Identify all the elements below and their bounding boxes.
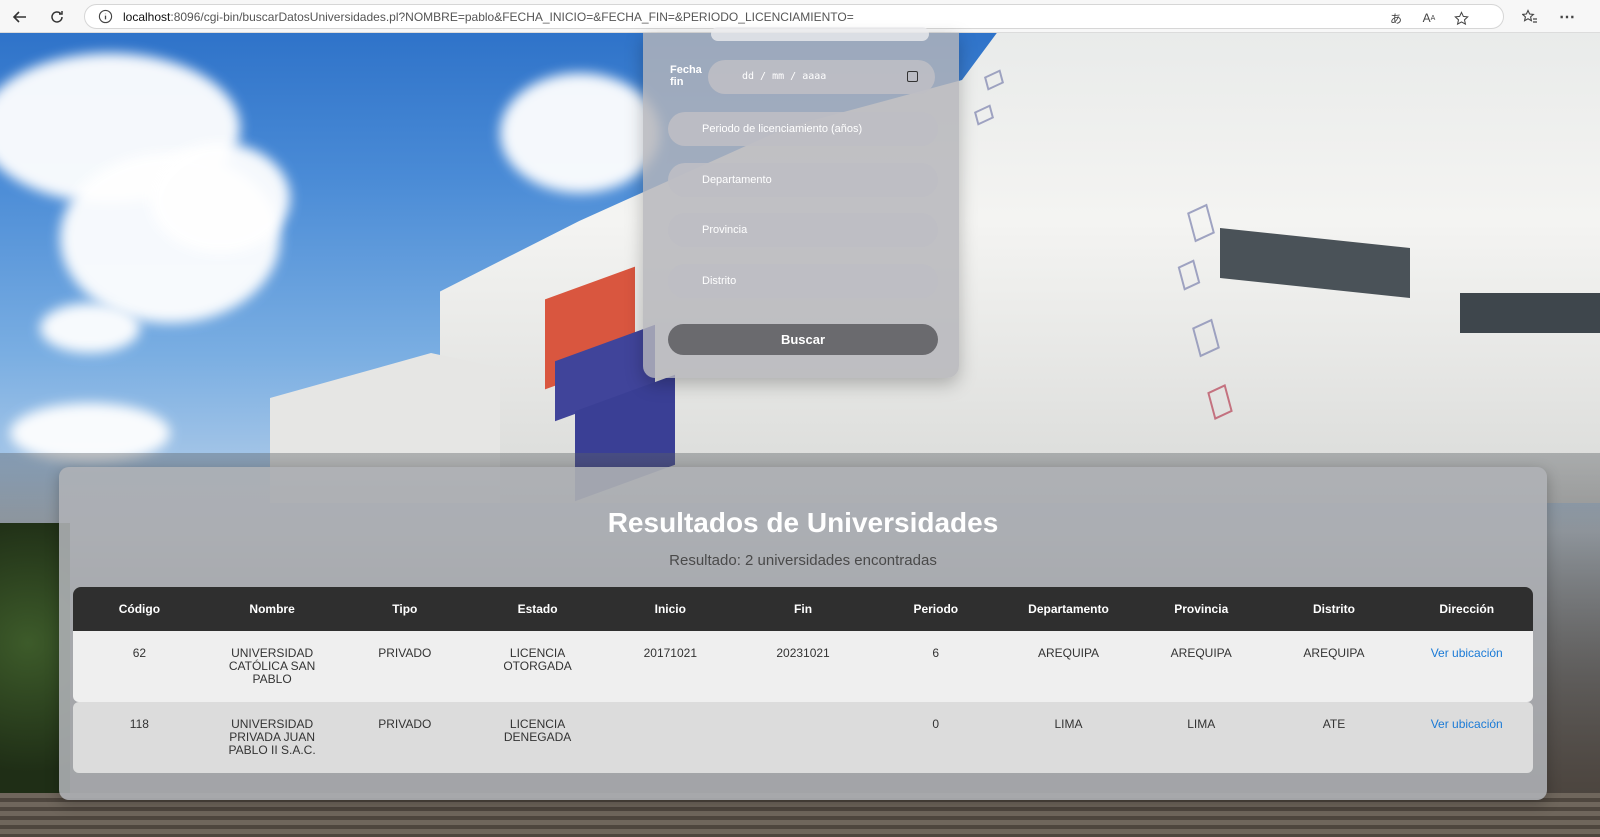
cell-codigo: 118 xyxy=(129,717,149,731)
previous-field[interactable] xyxy=(711,27,929,41)
date-placeholder: dd / mm / aaaa xyxy=(742,71,827,82)
address-bar[interactable]: localhost:8096/cgi-bin/buscarDatosUniver… xyxy=(84,4,1504,29)
cell-fin xyxy=(737,718,870,773)
results-panel: Resultados de Universidades Resultado: 2… xyxy=(59,467,1547,800)
distrito-input[interactable]: Distrito xyxy=(668,264,938,298)
fecha-fin-label: Fecha fin xyxy=(670,64,702,88)
table-row: 62 UNIVERSIDAD CATÓLICA SAN PABLO PRIVAD… xyxy=(73,631,1533,702)
favorite-star-icon[interactable] xyxy=(1452,9,1470,27)
periodo-placeholder: Periodo de licenciamiento (años) xyxy=(702,123,863,135)
favorites-icon[interactable] xyxy=(1519,6,1541,28)
info-icon[interactable] xyxy=(98,9,113,24)
header-distrito: Distrito xyxy=(1312,602,1355,616)
table-row: 118 UNIVERSIDAD PRIVADA JUAN PABLO II S.… xyxy=(73,702,1533,773)
cell-distrito: ATE xyxy=(1322,717,1346,731)
departamento-placeholder: Departamento xyxy=(702,174,772,186)
table-header: Código Nombre Tipo Estado Inicio Fin Per… xyxy=(73,587,1533,631)
cell-distrito: AREQUIPA xyxy=(1303,646,1365,660)
cell-direccion: Ver ubicación xyxy=(1400,647,1533,702)
back-icon[interactable] xyxy=(9,6,31,28)
translate-icon[interactable]: あ xyxy=(1387,9,1405,27)
url-text: localhost:8096/cgi-bin/buscarDatosUniver… xyxy=(123,10,854,24)
cell-provincia: AREQUIPA xyxy=(1170,646,1232,660)
search-form-panel: Fecha fin dd / mm / aaaa Periodo de lice… xyxy=(643,27,959,378)
buscar-button[interactable]: Buscar xyxy=(668,324,938,355)
cell-fin: 20231021 xyxy=(776,646,830,660)
cell-tipo: PRIVADO xyxy=(378,717,432,731)
departamento-input[interactable]: Departamento xyxy=(668,163,938,197)
cell-nombre: UNIVERSIDAD PRIVADA JUAN PABLO II S.A.C. xyxy=(228,717,316,757)
header-fin: Fin xyxy=(794,602,813,616)
provincia-placeholder: Provincia xyxy=(702,224,748,236)
header-codigo: Código xyxy=(118,602,161,616)
ver-ubicacion-link[interactable]: Ver ubicación xyxy=(1431,717,1503,731)
header-nombre: Nombre xyxy=(249,602,295,616)
ver-ubicacion-link[interactable]: Ver ubicación xyxy=(1431,646,1503,660)
reload-icon[interactable] xyxy=(46,6,68,28)
results-count: Resultado: 2 universidades encontradas xyxy=(669,552,937,569)
more-options-icon[interactable]: ⋯ xyxy=(1556,6,1578,28)
header-periodo: Periodo xyxy=(913,602,959,616)
header-provincia: Provincia xyxy=(1174,602,1229,616)
header-tipo: Tipo xyxy=(392,602,418,616)
distrito-placeholder: Distrito xyxy=(702,275,737,287)
cell-provincia: LIMA xyxy=(1187,717,1216,731)
periodo-input[interactable]: Periodo de licenciamiento (años) xyxy=(668,112,938,146)
header-inicio: Inicio xyxy=(654,602,686,616)
cell-departamento: LIMA xyxy=(1054,717,1083,731)
results-title: Resultados de Universidades xyxy=(607,507,999,538)
cell-nombre: UNIVERSIDAD CATÓLICA SAN PABLO xyxy=(228,646,316,686)
cell-inicio: 20171021 xyxy=(643,646,697,660)
cell-direccion: Ver ubicación xyxy=(1400,718,1533,773)
header-direccion: Dirección xyxy=(1439,602,1495,616)
cell-tipo: PRIVADO xyxy=(378,646,432,660)
cell-inicio xyxy=(604,718,737,773)
header-estado: Estado xyxy=(517,602,558,616)
fecha-fin-input[interactable]: dd / mm / aaaa xyxy=(708,60,935,94)
calendar-icon[interactable] xyxy=(907,71,918,82)
cell-codigo: 62 xyxy=(132,646,147,660)
header-departamento: Departamento xyxy=(1028,602,1109,616)
read-aloud-icon[interactable]: AA xyxy=(1420,9,1438,27)
cell-departamento: AREQUIPA xyxy=(1037,646,1100,660)
cell-estado: LICENCIA DENEGADA xyxy=(503,717,572,744)
cell-estado: LICENCIA OTORGADA xyxy=(503,646,572,673)
provincia-input[interactable]: Provincia xyxy=(668,213,938,247)
results-table: Código Nombre Tipo Estado Inicio Fin Per… xyxy=(73,587,1533,773)
cell-periodo: 0 xyxy=(932,717,940,731)
cell-periodo: 6 xyxy=(932,646,940,660)
